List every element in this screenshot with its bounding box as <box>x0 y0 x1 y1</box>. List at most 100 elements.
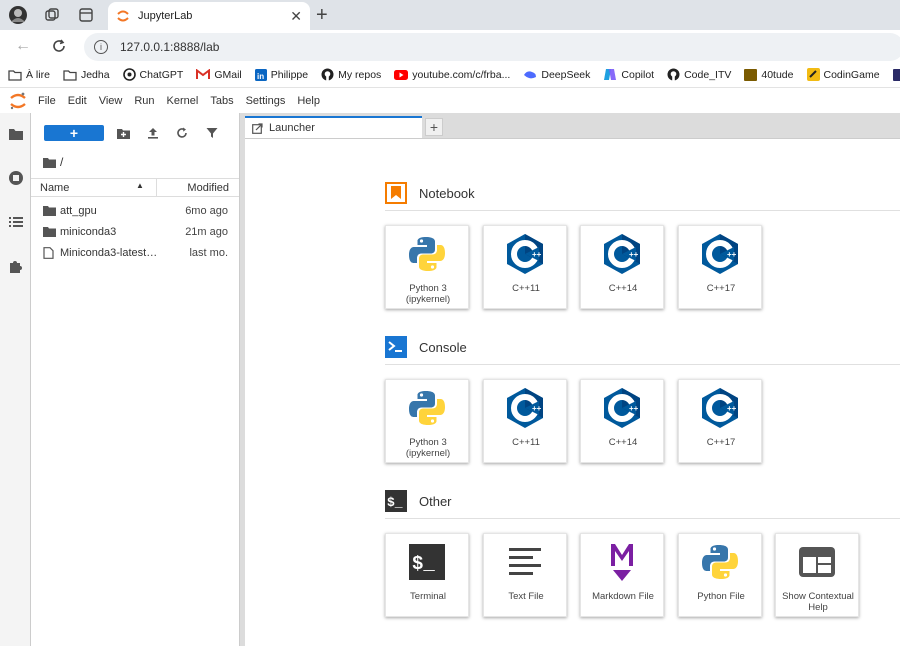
launcher-card-label: C++17 <box>706 283 736 294</box>
column-name-header[interactable]: Name <box>40 182 69 194</box>
launcher-section-other: $_ Other <box>385 489 452 513</box>
menu-file[interactable]: File <box>38 95 56 107</box>
bookmark-item[interactable]: DeepSeek <box>523 69 590 81</box>
bookmark-item[interactable]: ChatGPT <box>122 68 183 81</box>
file-name: miniconda3 <box>60 226 117 238</box>
url-field[interactable]: i 127.0.0.1:8888/lab <box>84 33 900 61</box>
launcher-section-console: Console <box>385 335 467 359</box>
jupyter-logo-icon <box>8 91 32 111</box>
tab-bar-divider <box>245 138 900 139</box>
bookmark-item[interactable]: Copilot <box>603 68 654 81</box>
bookmark-item[interactable]: in Philippe <box>254 68 308 81</box>
section-divider <box>385 518 900 519</box>
browser-tab-jupyterlab[interactable]: JupyterLab ✕ <box>108 2 310 30</box>
bookmark-item[interactable]: GMail <box>196 68 242 81</box>
menu-kernel[interactable]: Kernel <box>167 95 199 107</box>
sort-ascending-icon[interactable]: ▲ <box>136 181 144 190</box>
launcher-card[interactable]: Python 3 (ipykernel) <box>385 225 469 309</box>
upload-icon[interactable] <box>146 126 160 140</box>
github-icon <box>321 68 334 81</box>
launcher-card[interactable]: ++ C++11 <box>483 379 567 463</box>
menu-tabs[interactable]: Tabs <box>210 95 233 107</box>
tab-actions-icon[interactable] <box>76 5 96 25</box>
svg-text:++: ++ <box>532 404 542 413</box>
close-tab-icon[interactable]: ✕ <box>290 8 302 25</box>
back-icon[interactable]: ← <box>12 36 34 56</box>
bookmark-item[interactable]: 40tude <box>744 68 794 81</box>
folder-icon <box>63 69 77 81</box>
launcher-card-label: Python 3 (ipykernel) <box>405 283 451 305</box>
bookmark-label: My repos <box>338 68 382 81</box>
file-browser-icon[interactable] <box>7 125 25 143</box>
filter-icon[interactable] <box>205 126 219 140</box>
extension-manager-icon[interactable] <box>7 257 25 275</box>
launcher-card[interactable]: Python File <box>678 533 762 617</box>
workspaces-icon[interactable] <box>42 5 62 25</box>
launcher-card[interactable]: ++ C++14 <box>580 225 664 309</box>
document-tab-bar: Launcher + <box>245 113 900 138</box>
section-divider <box>385 364 900 365</box>
file-row[interactable]: miniconda3 21m ago <box>31 222 239 243</box>
file-browser-toolbar: + <box>31 113 239 151</box>
bookmark-item[interactable]: Code_ITV <box>667 68 731 81</box>
launcher-card[interactable]: Text File <box>483 533 567 617</box>
new-tab-button[interactable]: + <box>316 4 328 27</box>
launcher-card[interactable]: ++ C++17 <box>678 225 762 309</box>
menu-settings[interactable]: Settings <box>246 95 286 107</box>
column-divider[interactable] <box>156 179 157 197</box>
site-info-icon[interactable]: i <box>94 40 108 54</box>
launcher-card[interactable]: $_ Terminal <box>385 533 469 617</box>
main-dock-panel: Launcher + Notebook Python 3 (ipykernel) +… <box>245 113 900 646</box>
youtube-icon <box>394 69 409 80</box>
bookmark-item[interactable]: youtube.com/c/frba... <box>394 69 510 81</box>
launcher-card[interactable]: ++ C++17 <box>678 379 762 463</box>
bookmark-item[interactable]: CodinGame <box>806 68 880 81</box>
new-launcher-button[interactable]: + <box>44 125 104 141</box>
tab-launcher[interactable]: Launcher <box>245 116 422 138</box>
browser-tab-strip: JupyterLab ✕ + <box>0 0 900 30</box>
launcher-card[interactable]: Show Contextual Help <box>775 533 859 617</box>
jupyterlab-menubar: File Edit View Run Kernel Tabs Settings Help <box>0 89 900 113</box>
file-icon <box>43 247 56 259</box>
refresh-icon[interactable] <box>175 126 189 140</box>
bookmark-label: Jedha <box>80 68 110 81</box>
python-icon <box>407 388 447 428</box>
breadcrumb[interactable]: / <box>43 154 63 170</box>
bookmark-label: Code_ITV <box>684 68 732 81</box>
file-modified: 6mo ago <box>185 205 228 217</box>
file-row[interactable]: att_gpu 6mo ago <box>31 201 239 222</box>
file-row[interactable]: Miniconda3-latest-Linux-x86_64.sh last mo… <box>31 243 239 264</box>
bookmark-item[interactable]: y <box>892 68 900 81</box>
launcher-card[interactable]: ++ C++11 <box>483 225 567 309</box>
menu-view[interactable]: View <box>99 95 123 107</box>
add-launcher-tab-button[interactable]: + <box>425 118 443 136</box>
svg-text:in: in <box>257 72 264 81</box>
jupyter-favicon-icon <box>116 9 130 23</box>
menu-help[interactable]: Help <box>297 95 320 107</box>
bookmark-label: youtube.com/c/frba... <box>412 68 511 81</box>
reload-icon[interactable] <box>48 36 70 56</box>
launcher-card-label: Text File <box>508 591 544 602</box>
table-of-contents-icon[interactable] <box>7 213 25 231</box>
new-folder-icon[interactable] <box>116 126 130 140</box>
file-modified: last mo. <box>189 247 228 259</box>
launcher-card[interactable]: Markdown File <box>580 533 664 617</box>
launcher-card-label: Markdown File <box>592 591 654 602</box>
address-bar-row: ← i 127.0.0.1:8888/lab <box>0 30 900 62</box>
launcher-card[interactable]: ++ C++14 <box>580 379 664 463</box>
bookmark-item[interactable]: Jedha <box>63 69 110 81</box>
running-terminals-icon[interactable] <box>7 169 25 187</box>
cpp-icon: ++ <box>700 388 740 428</box>
text-file-icon <box>505 542 545 582</box>
bookmark-label: GMail <box>214 68 242 81</box>
bookmark-item[interactable]: My repos <box>321 68 381 81</box>
menu-run[interactable]: Run <box>134 95 154 107</box>
menu-edit[interactable]: Edit <box>68 95 87 107</box>
cpp-icon: ++ <box>602 234 642 274</box>
file-list-header: Name ▲ Modified <box>31 178 239 197</box>
codingame-icon <box>806 68 820 81</box>
launcher-card[interactable]: Python 3 (ipykernel) <box>385 379 469 463</box>
bookmark-item[interactable]: À lire <box>8 69 50 81</box>
profile-avatar[interactable] <box>8 5 28 25</box>
column-modified-header[interactable]: Modified <box>187 182 229 194</box>
